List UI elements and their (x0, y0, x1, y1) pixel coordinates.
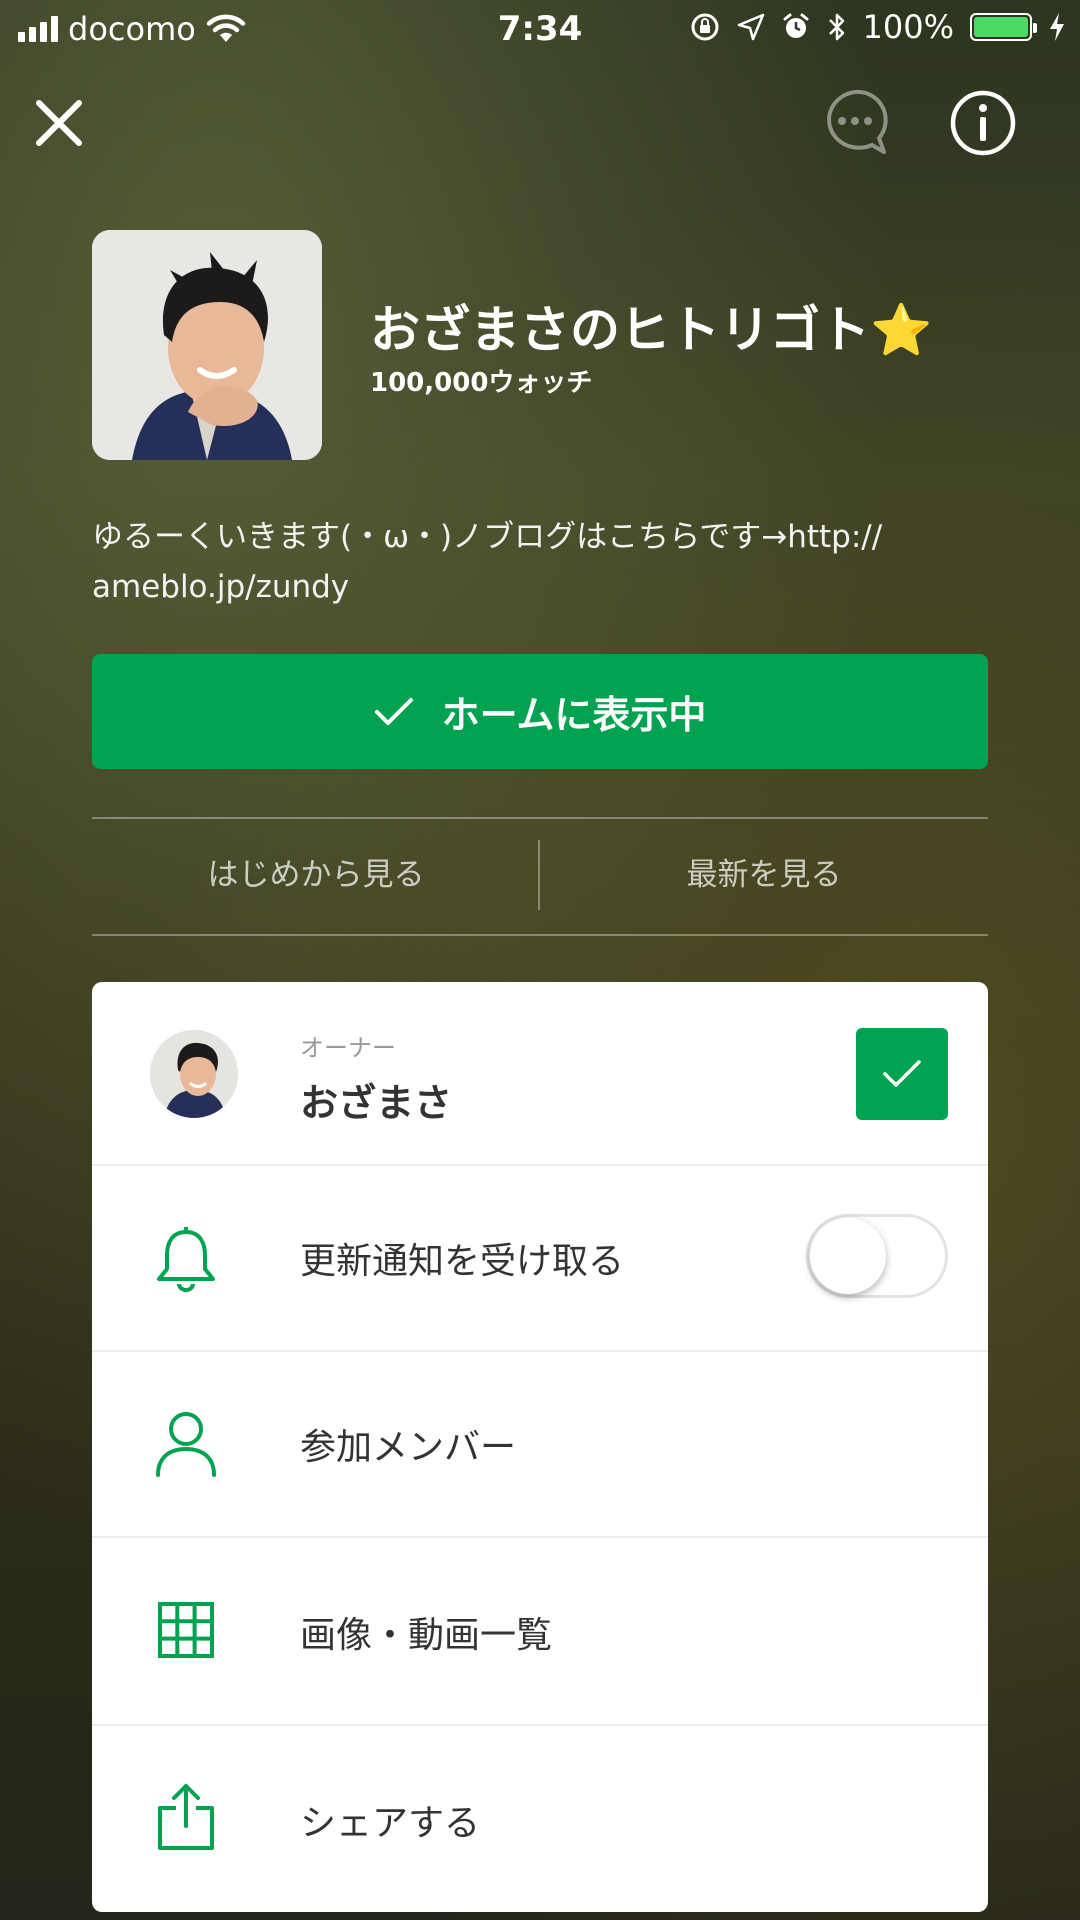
members-row[interactable]: 参加メンバー (92, 1350, 988, 1538)
battery-percent: 100% (862, 8, 954, 46)
checkmark-icon (883, 1060, 921, 1087)
close-button[interactable] (24, 88, 94, 158)
status-right: 100% (689, 8, 1066, 46)
status-bar: docomo 7:34 100% (0, 0, 1080, 58)
profile-title: おざまさのヒトリゴト⭐️ (370, 301, 933, 359)
media-label: 画像・動画一覧 (300, 1615, 553, 1656)
media-row[interactable]: 画像・動画一覧 (92, 1536, 988, 1726)
bluetooth-icon (828, 13, 844, 41)
notification-row: 更新通知を受け取る (92, 1164, 988, 1352)
chat-button[interactable] (820, 88, 890, 158)
location-arrow-icon (737, 13, 764, 41)
profile-description: ゆるーくいきます(・ω・)ノブログはこちらです→http:// ameblo.j… (92, 519, 883, 605)
bell-icon (150, 1221, 222, 1293)
owner-row[interactable]: オーナー おざまさ (92, 982, 988, 1166)
charging-icon (1050, 13, 1064, 41)
owner-check-button[interactable] (856, 1028, 948, 1120)
battery-icon (970, 13, 1037, 41)
info-icon (950, 90, 1016, 156)
members-label: 参加メンバー (300, 1427, 517, 1468)
divider-top (92, 817, 988, 819)
owner-name: おざまさ (300, 1081, 453, 1125)
home-display-label: ホームに表示中 (441, 693, 707, 737)
chat-bubble-icon (827, 89, 888, 154)
share-row[interactable]: シェアする (92, 1724, 988, 1912)
info-button[interactable] (948, 88, 1018, 158)
view-latest-link[interactable]: 最新を見る (540, 840, 988, 910)
profile-avatar (92, 230, 322, 460)
grid-icon (150, 1594, 222, 1666)
settings-card: オーナー おざまさ 更新通知を受け取る 参加メンバー 画像・動画一覧 シェアする (92, 982, 988, 1912)
watcher-count: 100,000ウォッチ (370, 368, 593, 398)
divider-bottom (92, 934, 988, 936)
share-label: シェアする (300, 1803, 481, 1844)
home-display-button[interactable]: ホームに表示中 (92, 654, 988, 769)
notification-label: 更新通知を受け取る (300, 1241, 625, 1282)
owner-avatar (150, 1030, 238, 1118)
alarm-icon (783, 13, 809, 38)
notification-toggle[interactable] (806, 1214, 948, 1298)
orientation-lock-icon (691, 13, 719, 41)
view-from-start-link[interactable]: はじめから見る (92, 840, 540, 910)
owner-sub-label: オーナー (300, 1034, 396, 1062)
checkmark-icon (374, 697, 413, 725)
close-icon (36, 100, 82, 146)
toggle-knob (810, 1218, 886, 1294)
person-icon (150, 1407, 222, 1479)
share-icon (150, 1780, 222, 1852)
